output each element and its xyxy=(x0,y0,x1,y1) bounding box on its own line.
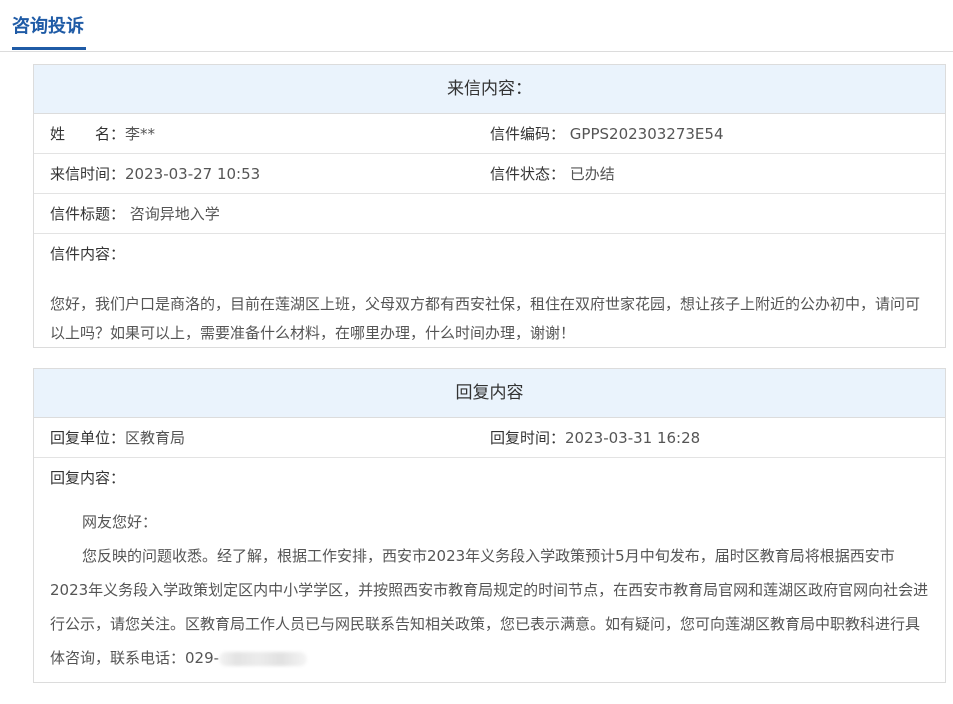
code-field: 信件编码： GPPS202303273E54 xyxy=(490,114,724,154)
reply-unit-label: 回复单位： xyxy=(50,429,126,447)
reply-panel: 回复内容 回复单位：区教育局 回复时间：2023-03-31 16:28 回复内… xyxy=(33,368,946,683)
reply-time-label: 回复时间： xyxy=(490,429,566,447)
letter-section-title: 来信内容： xyxy=(34,65,945,114)
letter-row-name-code: 姓 名：李** 信件编码： GPPS202303273E54 xyxy=(34,114,945,154)
reply-unit-field: 回复单位：区教育局 xyxy=(50,418,185,458)
letter-time-field: 来信时间：2023-03-27 10:53 xyxy=(50,154,260,194)
reply-content-label: 回复内容： xyxy=(50,469,126,487)
letter-time-value: 2023-03-27 10:53 xyxy=(125,165,261,183)
letter-content-text: 您好，我们户口是商洛的，目前在莲湖区上班，父母双方都有西安社保，租住在双府世家花… xyxy=(50,295,921,342)
subject-value: 咨询异地入学 xyxy=(129,205,220,223)
code-value: GPPS202303273E54 xyxy=(569,125,724,143)
letter-panel: 来信内容： 姓 名：李** 信件编码： GPPS202303273E54 来信时… xyxy=(33,64,946,348)
status-field: 信件状态： 已办结 xyxy=(490,154,615,194)
reply-paragraph: 您反映的问题收悉。经了解，根据工作安排，西安市2023年义务段入学政策预计5月中… xyxy=(50,539,929,675)
subject-field: 信件标题： 咨询异地入学 xyxy=(50,194,220,234)
letter-row-time-status: 来信时间：2023-03-27 10:53 信件状态： 已办结 xyxy=(34,154,945,194)
reply-unit-value: 区教育局 xyxy=(125,429,186,447)
subject-label: 信件标题： xyxy=(50,205,126,223)
reply-row-unit-time: 回复单位：区教育局 回复时间：2023-03-31 16:28 xyxy=(34,418,945,458)
letter-content-label: 信件内容： xyxy=(50,245,126,263)
reply-section-title: 回复内容 xyxy=(34,369,945,418)
reply-body-text: 您反映的问题收悉。经了解，根据工作安排，西安市2023年义务段入学政策预计5月中… xyxy=(50,547,929,667)
name-field: 姓 名：李** xyxy=(50,114,155,154)
phone-prefix: 029- xyxy=(185,649,220,667)
title-underline xyxy=(12,47,86,50)
reply-time-value: 2023-03-31 16:28 xyxy=(565,429,701,447)
name-label: 姓 名： xyxy=(50,125,126,143)
name-value: 李** xyxy=(125,125,156,143)
status-value: 已办结 xyxy=(569,165,615,183)
page-title: 咨询投诉 xyxy=(12,16,84,37)
reply-content: 网友您好： 您反映的问题收悉。经了解，根据工作安排，西安市2023年义务段入学政… xyxy=(34,505,945,691)
reply-time-field: 回复时间：2023-03-31 16:28 xyxy=(490,418,700,458)
letter-time-label: 来信时间： xyxy=(50,165,126,183)
reply-greeting: 网友您好： xyxy=(82,513,158,531)
redacted-phone xyxy=(219,651,308,666)
code-label: 信件编码： xyxy=(490,125,566,143)
page-header: 咨询投诉 xyxy=(0,0,953,52)
letter-row-subject: 信件标题： 咨询异地入学 xyxy=(34,194,945,234)
status-label: 信件状态： xyxy=(490,165,566,183)
